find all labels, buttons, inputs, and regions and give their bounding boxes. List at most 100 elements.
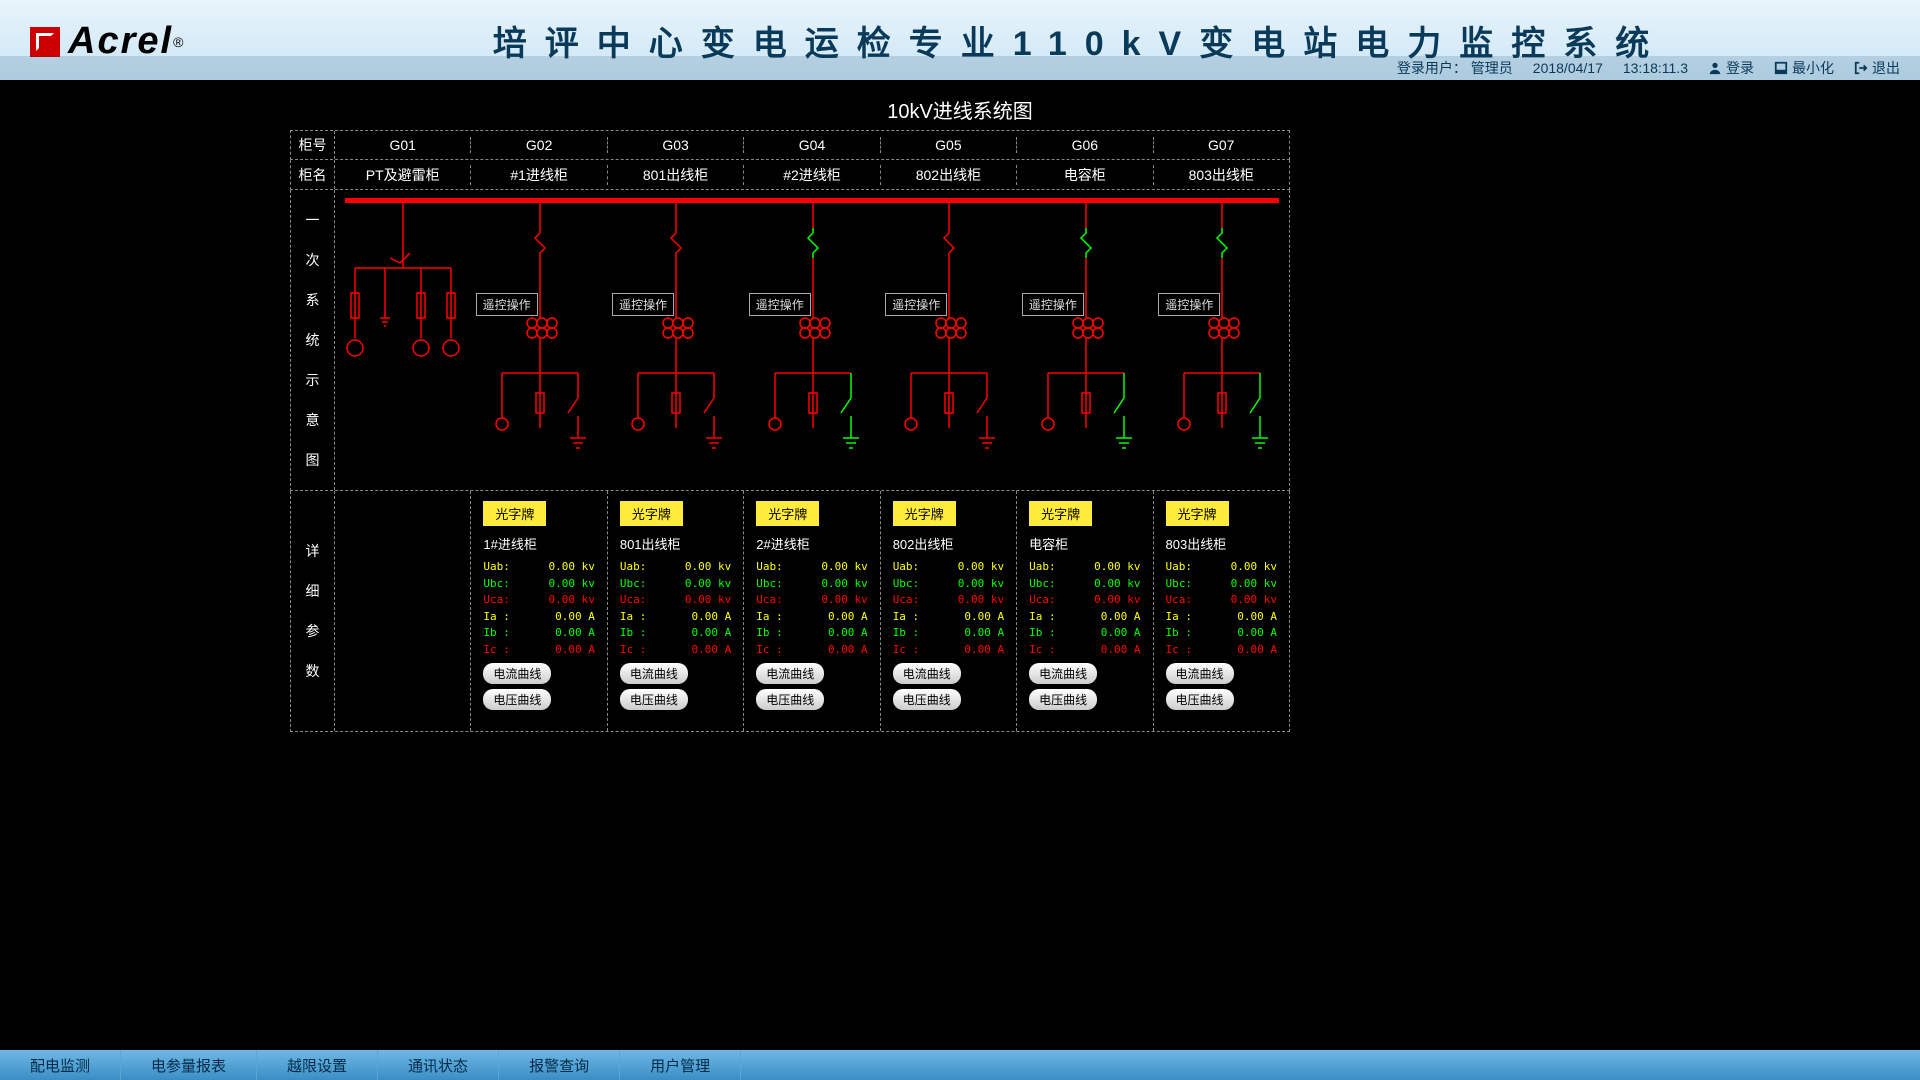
ib-row: Ib :0.00 A: [756, 625, 867, 642]
cabinet-code: G02: [471, 137, 607, 153]
cabinet-name: PT及避雷柜: [335, 165, 471, 185]
ib-row: Ib :0.00 A: [1029, 625, 1140, 642]
param-cabinet-name: 2#进线柜: [756, 534, 867, 553]
uab-row: Uab:0.00 kv: [1029, 559, 1140, 576]
diagram-table: 柜号 G01G02G03G04G05G06G07 柜名 PT及避雷柜#1进线柜8…: [290, 130, 1290, 732]
exit-button[interactable]: 退出: [1854, 58, 1900, 78]
uca-row: Uca:0.00 kv: [620, 592, 731, 609]
ubc-row: Ubc:0.00 kv: [893, 576, 1004, 593]
current-curve-button[interactable]: 电流曲线: [893, 663, 961, 684]
user-icon: [1708, 61, 1722, 75]
voltage-curve-button[interactable]: 电压曲线: [620, 689, 688, 710]
params-col: [335, 491, 471, 731]
cabinet-name: 802出线柜: [881, 165, 1017, 185]
cabinet-name: 803出线柜: [1154, 165, 1289, 185]
light-badge[interactable]: 光字牌: [620, 501, 683, 526]
current-curve-button[interactable]: 电流曲线: [620, 663, 688, 684]
param-cabinet-name: 803出线柜: [1166, 534, 1277, 553]
login-button[interactable]: 登录: [1708, 58, 1754, 78]
current-curve-button[interactable]: 电流曲线: [1029, 663, 1097, 684]
uab-row: Uab:0.00 kv: [620, 559, 731, 576]
params-col: 光字牌 1#进线柜 Uab:0.00 kv Ubc:0.00 kv Uca:0.…: [471, 491, 607, 731]
name-row: 柜名 PT及避雷柜#1进线柜801出线柜#2进线柜802出线柜电容柜803出线柜: [290, 160, 1290, 190]
voltage-curve-button[interactable]: 电压曲线: [756, 689, 824, 710]
param-cabinet-name: 802出线柜: [893, 534, 1004, 553]
light-badge[interactable]: 光字牌: [756, 501, 819, 526]
user-label: 登录用户：: [1397, 60, 1467, 76]
remote-control-button[interactable]: 遥控操作: [749, 293, 811, 316]
light-badge[interactable]: 光字牌: [1166, 501, 1229, 526]
params-label: 详细参数: [291, 491, 335, 731]
ia-row: Ia :0.00 A: [1029, 609, 1140, 626]
feeder-G06: 遥控操作: [1018, 198, 1154, 488]
feeder-G01: [335, 198, 471, 488]
cabinet-code: G05: [881, 137, 1017, 153]
params-col: 光字牌 802出线柜 Uab:0.00 kv Ubc:0.00 kv Uca:0…: [881, 491, 1017, 731]
status-bar: 登录用户： 管理员 2018/04/17 13:18:11.3 登录 最小化 退…: [0, 56, 1920, 80]
schematic-area: 遥控操作 遥控操作 遥控操作 遥控操作: [335, 190, 1289, 490]
feeder-G02: 遥控操作: [472, 198, 608, 488]
voltage-curve-button[interactable]: 电压曲线: [483, 689, 551, 710]
schematic-row: 一次系统示意图 遥控操作 遥控操作: [290, 190, 1290, 491]
light-badge[interactable]: 光字牌: [483, 501, 546, 526]
current-curve-button[interactable]: 电流曲线: [756, 663, 824, 684]
params-col: 光字牌 801出线柜 Uab:0.00 kv Ubc:0.00 kv Uca:0…: [608, 491, 744, 731]
uca-row: Uca:0.00 kv: [1166, 592, 1277, 609]
header: Acrel® 培评中心变电运检专业110kV变电站电力监控系统 登录用户： 管理…: [0, 0, 1920, 80]
schematic-label: 一次系统示意图: [291, 190, 335, 490]
uca-row: Uca:0.00 kv: [893, 592, 1004, 609]
nav-item[interactable]: 用户管理: [620, 1050, 741, 1080]
cabinet-code: G01: [335, 137, 471, 153]
remote-control-button[interactable]: 遥控操作: [612, 293, 674, 316]
nav-item[interactable]: 电参量报表: [121, 1050, 257, 1080]
nav-item[interactable]: 配电监测: [0, 1050, 121, 1080]
cabinet-name: #1进线柜: [471, 165, 607, 185]
time: 13:18:11.3: [1623, 60, 1688, 76]
cabinet-name: 电容柜: [1017, 165, 1153, 185]
ia-row: Ia :0.00 A: [1166, 609, 1277, 626]
light-badge[interactable]: 光字牌: [1029, 501, 1092, 526]
ubc-row: Ubc:0.00 kv: [483, 576, 594, 593]
params-col: 光字牌 2#进线柜 Uab:0.00 kv Ubc:0.00 kv Uca:0.…: [744, 491, 880, 731]
voltage-curve-button[interactable]: 电压曲线: [893, 689, 961, 710]
ubc-row: Ubc:0.00 kv: [1029, 576, 1140, 593]
ia-row: Ia :0.00 A: [483, 609, 594, 626]
ic-row: Ic :0.00 A: [756, 642, 867, 659]
minimize-icon: [1774, 61, 1788, 75]
ib-row: Ib :0.00 A: [893, 625, 1004, 642]
ia-row: Ia :0.00 A: [893, 609, 1004, 626]
remote-control-button[interactable]: 遥控操作: [1158, 293, 1220, 316]
ic-row: Ic :0.00 A: [620, 642, 731, 659]
ic-row: Ic :0.00 A: [1166, 642, 1277, 659]
voltage-curve-button[interactable]: 电压曲线: [1166, 689, 1234, 710]
uab-row: Uab:0.00 kv: [483, 559, 594, 576]
code-row: 柜号 G01G02G03G04G05G06G07: [290, 130, 1290, 160]
light-badge[interactable]: 光字牌: [893, 501, 956, 526]
nav-item[interactable]: 报警查询: [499, 1050, 620, 1080]
remote-control-button[interactable]: 遥控操作: [476, 293, 538, 316]
feeder-G07: 遥控操作: [1154, 198, 1290, 488]
params-col: 光字牌 电容柜 Uab:0.00 kv Ubc:0.00 kv Uca:0.00…: [1017, 491, 1153, 731]
current-curve-button[interactable]: 电流曲线: [1166, 663, 1234, 684]
exit-icon: [1854, 61, 1868, 75]
params-row: 详细参数 光字牌 1#进线柜 Uab:0.00 kv Ubc:0.00 kv U…: [290, 491, 1290, 732]
diagram-title: 10kV进线系统图: [0, 95, 1920, 124]
remote-control-button[interactable]: 遥控操作: [885, 293, 947, 316]
remote-control-button[interactable]: 遥控操作: [1022, 293, 1084, 316]
nav-item[interactable]: 通讯状态: [378, 1050, 499, 1080]
nav-item[interactable]: 越限设置: [257, 1050, 378, 1080]
param-cabinet-name: 801出线柜: [620, 534, 731, 553]
code-label: 柜号: [291, 131, 335, 159]
minimize-button[interactable]: 最小化: [1774, 58, 1834, 78]
uca-row: Uca:0.00 kv: [1029, 592, 1140, 609]
feeder-G03: 遥控操作: [608, 198, 744, 488]
voltage-curve-button[interactable]: 电压曲线: [1029, 689, 1097, 710]
uab-row: Uab:0.00 kv: [756, 559, 867, 576]
ic-row: Ic :0.00 A: [893, 642, 1004, 659]
name-label: 柜名: [291, 160, 335, 189]
uab-row: Uab:0.00 kv: [1166, 559, 1277, 576]
current-curve-button[interactable]: 电流曲线: [483, 663, 551, 684]
ubc-row: Ubc:0.00 kv: [1166, 576, 1277, 593]
ia-row: Ia :0.00 A: [620, 609, 731, 626]
ib-row: Ib :0.00 A: [1166, 625, 1277, 642]
